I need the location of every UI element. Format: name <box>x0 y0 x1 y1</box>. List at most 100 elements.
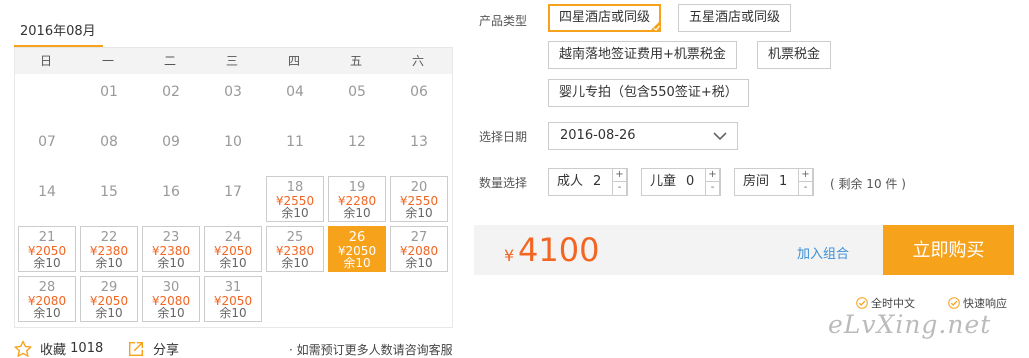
day-number: 03 <box>224 84 242 100</box>
adult-label: 成人 <box>557 174 584 189</box>
buy-now-button[interactable]: 立即购买 <box>883 225 1014 275</box>
month-tab[interactable]: 2016年08月 <box>14 14 103 48</box>
calendar-day[interactable]: 24 ¥2050 余10 <box>204 226 262 272</box>
day-number: 08 <box>100 134 118 150</box>
option-ticket-tax[interactable]: 机票税金 <box>757 41 832 69</box>
calendar-day[interactable]: 19 ¥2280 余10 <box>328 176 386 222</box>
calendar-day: 10 <box>204 126 262 172</box>
calendar-day: 08 <box>80 126 138 172</box>
day-remaining: 余10 <box>405 206 433 220</box>
product-type-label: 产品类型 <box>479 14 528 28</box>
weekday-sat: 六 <box>411 54 424 68</box>
quantity-label: 数量选择 <box>479 176 528 190</box>
day-remaining: 余10 <box>281 206 309 220</box>
service-label: 全时中文 <box>871 297 915 310</box>
day-number: 06 <box>410 84 428 100</box>
child-minus-button[interactable]: - <box>706 182 719 195</box>
day-number: 30 <box>162 280 180 295</box>
calendar-day: 03 <box>204 76 262 122</box>
day-remaining: 余10 <box>343 206 371 220</box>
calendar-day[interactable]: 23 ¥2380 余10 <box>142 226 200 272</box>
calendar-day[interactable]: 27 ¥2080 余10 <box>390 226 448 272</box>
day-number: 29 <box>100 280 118 295</box>
room-plus-button[interactable]: + <box>799 169 812 182</box>
day-number: 27 <box>410 230 428 245</box>
day-number: 01 <box>100 84 118 100</box>
day-number: 07 <box>38 134 56 150</box>
calendar-day: 11 <box>266 126 324 172</box>
calendar-day: 17 <box>204 176 262 222</box>
option-four-star-hotel[interactable]: 四星酒店或同级 <box>548 4 662 32</box>
option-infant[interactable]: 婴儿专拍（包含550签证+税） <box>548 79 749 107</box>
calendar-day[interactable]: 31 ¥2050 余10 <box>204 276 262 322</box>
calendar-day: 09 <box>142 126 200 172</box>
calendar-day[interactable]: 25 ¥2380 余10 <box>266 226 324 272</box>
check-circle-icon <box>948 297 960 309</box>
day-number: 24 <box>224 230 242 245</box>
share-icon <box>128 341 144 356</box>
date-select[interactable]: 2016-08-26 <box>548 122 738 150</box>
day-number: 17 <box>224 184 242 200</box>
adult-plus-button[interactable]: + <box>613 169 626 182</box>
option-label: 机票税金 <box>768 47 821 62</box>
room-label: 房间 <box>743 174 770 189</box>
room-minus-button[interactable]: - <box>799 182 812 195</box>
day-remaining: 余10 <box>281 256 309 270</box>
adult-step-buttons: + - <box>612 168 627 196</box>
calendar-day[interactable]: 30 ¥2080 余10 <box>142 276 200 322</box>
total-price: 4100 <box>518 231 600 269</box>
room-value: 1 <box>779 174 788 189</box>
day-remaining: 余10 <box>219 256 247 270</box>
chevron-down-icon <box>713 132 727 141</box>
service-fast-response: 快速响应 <box>948 295 1007 311</box>
calendar-day: 04 <box>266 76 324 122</box>
remaining-stock: ( 剩余 10 件 ) <box>830 177 906 191</box>
adult-minus-button[interactable]: - <box>613 182 626 195</box>
calendar-day: 02 <box>142 76 200 122</box>
check-circle-icon <box>856 297 868 309</box>
calendar-day[interactable]: 22 ¥2380 余10 <box>80 226 138 272</box>
calendar-day[interactable]: 28 ¥2080 余10 <box>18 276 76 322</box>
child-stepper[interactable]: 儿童 0 + - <box>641 168 721 196</box>
day-number: 04 <box>286 84 304 100</box>
calendar-day-selected[interactable]: 26 ¥2050 余10 <box>328 226 386 272</box>
favorite-label: 收藏 <box>40 343 67 358</box>
day-number: 09 <box>162 134 180 150</box>
calendar-day[interactable]: 21 ¥2050 余10 <box>18 226 76 272</box>
service-chinese: 全时中文 <box>856 295 915 311</box>
calendar-day[interactable]: 29 ¥2050 余10 <box>80 276 138 322</box>
day-remaining: 余10 <box>33 256 61 270</box>
weekday-mon: 一 <box>101 54 114 68</box>
favorite-button[interactable]: 收藏 1018 <box>14 339 103 358</box>
day-number: 05 <box>348 84 366 100</box>
day-number: 26 <box>348 230 366 245</box>
day-remaining: 余10 <box>219 306 247 320</box>
calendar-day: 12 <box>328 126 386 172</box>
share-button[interactable]: 分享 <box>127 339 179 358</box>
group-booking-note: · 如需预订更多人数请咨询客服 <box>289 343 453 357</box>
calendar-day[interactable]: 20 ¥2550 余10 <box>390 176 448 222</box>
star-icon <box>14 340 32 357</box>
day-number: 19 <box>348 180 366 195</box>
child-value: 0 <box>686 174 695 189</box>
option-visa-and-tax[interactable]: 越南落地签证费用+机票税金 <box>548 41 737 69</box>
calendar-day: 16 <box>142 176 200 222</box>
add-combo-link[interactable]: 加入组合 <box>797 243 849 262</box>
room-stepper[interactable]: 房间 1 + - <box>734 168 814 196</box>
option-five-star-hotel[interactable]: 五星酒店或同级 <box>678 4 792 32</box>
day-number: 20 <box>410 180 428 195</box>
day-number: 22 <box>100 230 118 245</box>
day-remaining: 余10 <box>405 256 433 270</box>
weekday-fri: 五 <box>349 54 362 68</box>
service-label: 快速响应 <box>963 297 1007 310</box>
day-remaining: 余10 <box>157 256 185 270</box>
child-plus-button[interactable]: + <box>706 169 719 182</box>
day-number: 02 <box>162 84 180 100</box>
day-number: 25 <box>286 230 304 245</box>
weekday-sun: 日 <box>39 54 52 68</box>
option-label: 四星酒店或同级 <box>559 10 651 25</box>
day-number: 15 <box>100 184 118 200</box>
adult-stepper[interactable]: 成人 2 + - <box>548 168 628 196</box>
calendar-day[interactable]: 18 ¥2550 余10 <box>266 176 324 222</box>
adult-value: 2 <box>593 174 602 189</box>
